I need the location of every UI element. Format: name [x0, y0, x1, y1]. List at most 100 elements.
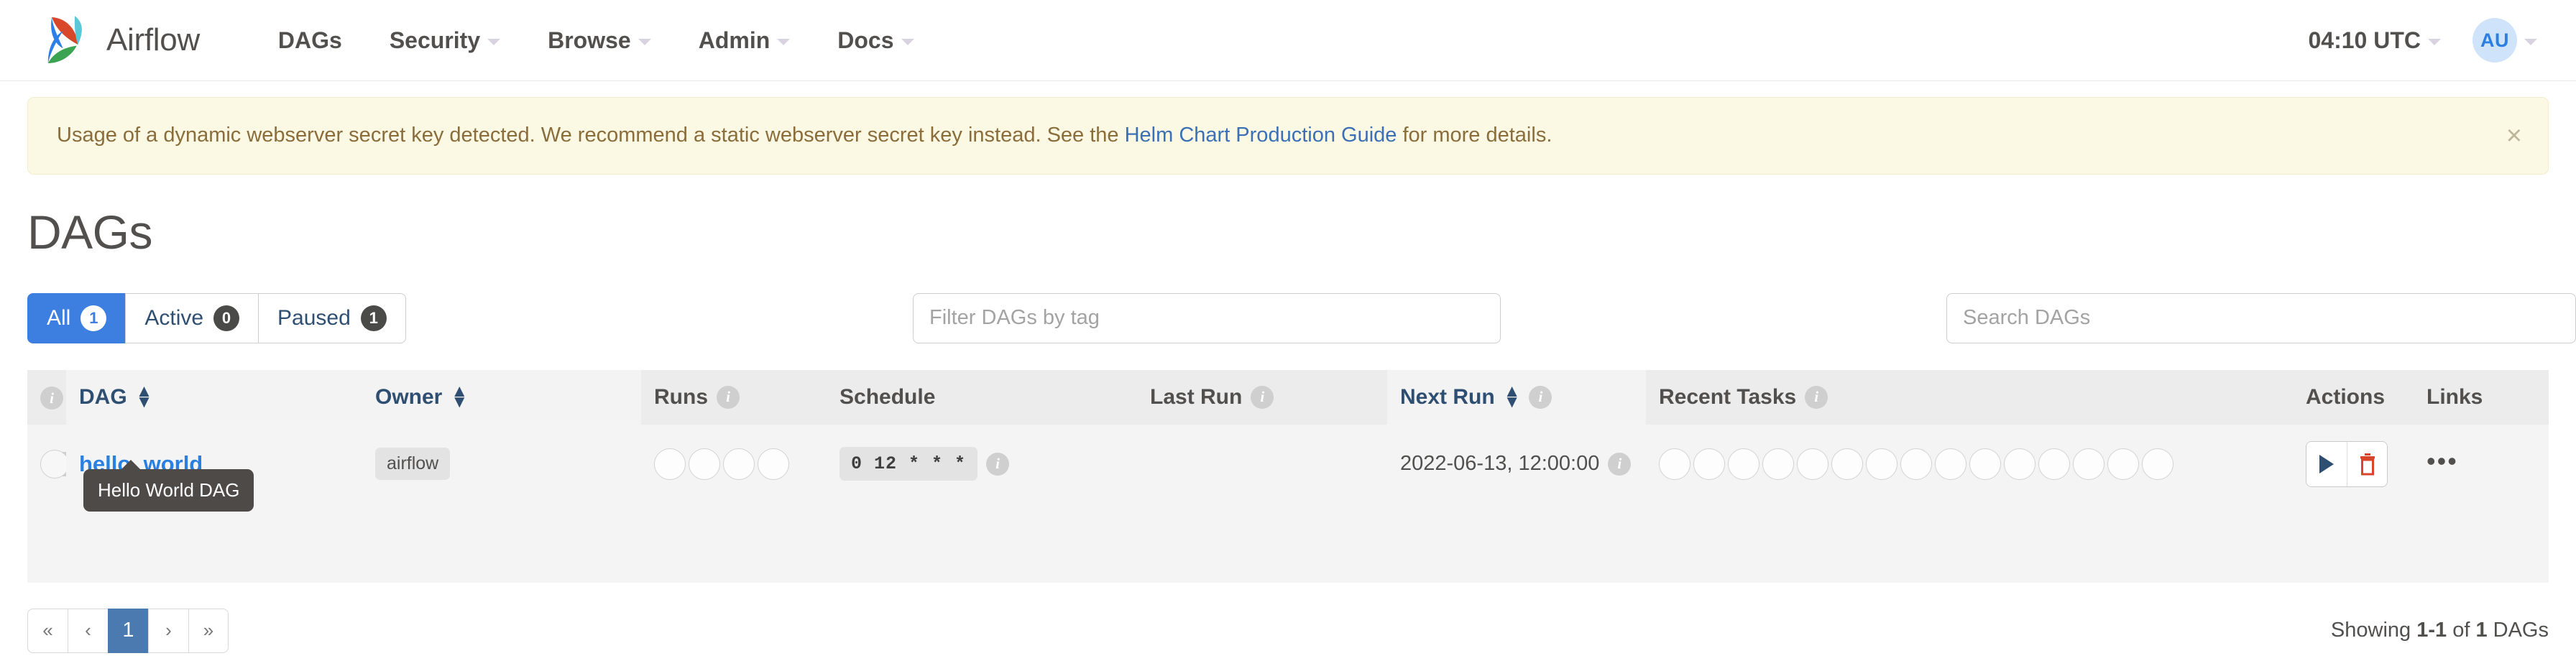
- run-status-circle[interactable]: [723, 448, 755, 480]
- table-footer: « ‹ 1 › » Showing 1-1 of 1 DAGs: [0, 609, 2576, 653]
- nav-item-label: Docs: [837, 27, 893, 54]
- filter-tab-count: 1: [361, 305, 387, 331]
- sort-icon[interactable]: ▲▼: [451, 387, 468, 408]
- chevron-down-icon: [2524, 39, 2537, 45]
- filter-tab-all[interactable]: All 1: [27, 293, 125, 343]
- secret-key-warning-banner: Usage of a dynamic webserver secret key …: [27, 97, 2549, 175]
- delete-dag-button[interactable]: [2347, 442, 2387, 486]
- showing-suffix: DAGs: [2488, 619, 2549, 642]
- task-status-circle[interactable]: [1693, 448, 1725, 480]
- info-icon[interactable]: i: [1251, 386, 1274, 409]
- col-last-run: Last Run i: [1137, 370, 1387, 425]
- info-icon[interactable]: i: [1805, 386, 1828, 409]
- status-filter-group: All 1 Active 0 Paused 1: [27, 293, 406, 343]
- col-dag[interactable]: DAG ▲▼: [66, 370, 362, 425]
- sort-icon[interactable]: ▲▼: [136, 387, 153, 408]
- task-status-circle[interactable]: [1935, 448, 1966, 480]
- nav-item-dags[interactable]: DAGs: [254, 27, 366, 54]
- col-last-run-label: Last Run: [1150, 385, 1242, 410]
- run-status-circle[interactable]: [758, 448, 789, 480]
- chevron-down-icon: [2428, 39, 2441, 45]
- chevron-down-icon: [777, 39, 790, 45]
- col-toggle: i: [27, 370, 66, 425]
- dags-table: i DAG ▲▼ Owner ▲▼ Runs: [27, 370, 2549, 583]
- timezone-selector[interactable]: 04:10 UTC: [2309, 27, 2457, 54]
- filter-tab-label: Active: [144, 306, 203, 330]
- nav-item-browse[interactable]: Browse: [524, 27, 675, 54]
- chevron-down-icon: [638, 39, 651, 45]
- avatar: AU: [2472, 18, 2517, 63]
- run-status-circle[interactable]: [689, 448, 720, 480]
- page-last-button[interactable]: »: [188, 609, 229, 653]
- search-input[interactable]: [1946, 293, 2576, 343]
- trigger-dag-button[interactable]: [2306, 442, 2347, 486]
- cell-actions: [2293, 425, 2414, 504]
- filter-tab-active[interactable]: Active 0: [125, 293, 258, 343]
- cell-links: •••: [2414, 425, 2549, 504]
- page-title: DAGs: [27, 205, 2549, 259]
- task-status-circle[interactable]: [1762, 448, 1794, 480]
- sort-icon[interactable]: ▲▼: [1504, 387, 1521, 408]
- col-recent-tasks: Recent Tasks i: [1646, 370, 2293, 425]
- page-first-button[interactable]: «: [27, 609, 68, 653]
- trash-icon: [2358, 453, 2377, 476]
- filter-tab-count: 0: [213, 305, 239, 331]
- task-status-circle[interactable]: [2142, 448, 2174, 480]
- page-prev-button[interactable]: ‹: [68, 609, 108, 653]
- task-status-circle[interactable]: [1728, 448, 1760, 480]
- user-menu[interactable]: AU: [2457, 18, 2537, 63]
- task-status-circle[interactable]: [1659, 448, 1690, 480]
- task-status-circle[interactable]: [1797, 448, 1828, 480]
- col-next-run[interactable]: Next Run ▲▼ i: [1387, 370, 1646, 425]
- navbar-right: 04:10 UTC AU: [2309, 18, 2538, 63]
- page-next-button[interactable]: ›: [148, 609, 188, 653]
- table-row: hello_world Hello World DAG airflow: [27, 425, 2549, 504]
- nav-item-label: Browse: [548, 27, 631, 54]
- page-number-button[interactable]: 1: [108, 609, 148, 653]
- col-schedule-label: Schedule: [840, 385, 935, 410]
- nav-item-security[interactable]: Security: [366, 27, 524, 54]
- info-icon[interactable]: i: [1608, 453, 1631, 476]
- filter-tab-label: All: [47, 306, 70, 330]
- navbar: Airflow DAGs Security Browse Admin Docs …: [0, 0, 2576, 81]
- task-status-circle[interactable]: [2004, 448, 2036, 480]
- schedule-badge: 0 12 * * *: [840, 447, 978, 481]
- info-icon[interactable]: i: [40, 387, 63, 410]
- task-status-circle[interactable]: [2038, 448, 2070, 480]
- task-status-circle[interactable]: [2073, 448, 2104, 480]
- nav-item-label: DAGs: [278, 27, 342, 54]
- col-recent-tasks-label: Recent Tasks: [1659, 385, 1796, 410]
- tag-filter-input[interactable]: [913, 293, 1501, 343]
- task-status-circle[interactable]: [1866, 448, 1898, 480]
- helm-chart-guide-link[interactable]: Helm Chart Production Guide: [1125, 124, 1397, 147]
- owner-badge[interactable]: airflow: [375, 448, 450, 480]
- col-links-label: Links: [2426, 385, 2483, 409]
- links-menu-button[interactable]: •••: [2426, 446, 2458, 476]
- filter-tab-paused[interactable]: Paused 1: [258, 293, 406, 343]
- filter-tab-count: 1: [80, 305, 106, 331]
- col-owner[interactable]: Owner ▲▼: [362, 370, 641, 425]
- task-status-circle[interactable]: [1831, 448, 1863, 480]
- brand-logo-link[interactable]: Airflow: [39, 12, 200, 68]
- info-icon[interactable]: i: [986, 453, 1009, 476]
- cell-owner: airflow: [362, 425, 641, 504]
- airflow-pinwheel-icon: [39, 12, 102, 68]
- task-status-circle[interactable]: [1900, 448, 1932, 480]
- col-actions: Actions: [2293, 370, 2414, 425]
- col-actions-label: Actions: [2306, 385, 2385, 409]
- info-icon[interactable]: i: [1529, 386, 1552, 409]
- cell-recent-tasks: [1646, 425, 2293, 504]
- nav-item-docs[interactable]: Docs: [814, 27, 937, 54]
- alert-text-after: for more details.: [1397, 124, 1552, 147]
- showing-total: 1: [2475, 619, 2487, 642]
- task-status-circle[interactable]: [1969, 448, 2001, 480]
- run-status-circle[interactable]: [654, 448, 686, 480]
- info-icon[interactable]: i: [717, 386, 740, 409]
- nav-item-admin[interactable]: Admin: [675, 27, 814, 54]
- alert-text-before: Usage of a dynamic webserver secret key …: [57, 124, 1125, 147]
- task-status-circle[interactable]: [2107, 448, 2139, 480]
- page-content: DAGs All 1 Active 0 Paused 1: [0, 205, 2576, 583]
- close-icon[interactable]: ×: [2506, 122, 2522, 149]
- col-next-run-label: Next Run: [1400, 385, 1495, 410]
- col-runs-label: Runs: [654, 385, 708, 410]
